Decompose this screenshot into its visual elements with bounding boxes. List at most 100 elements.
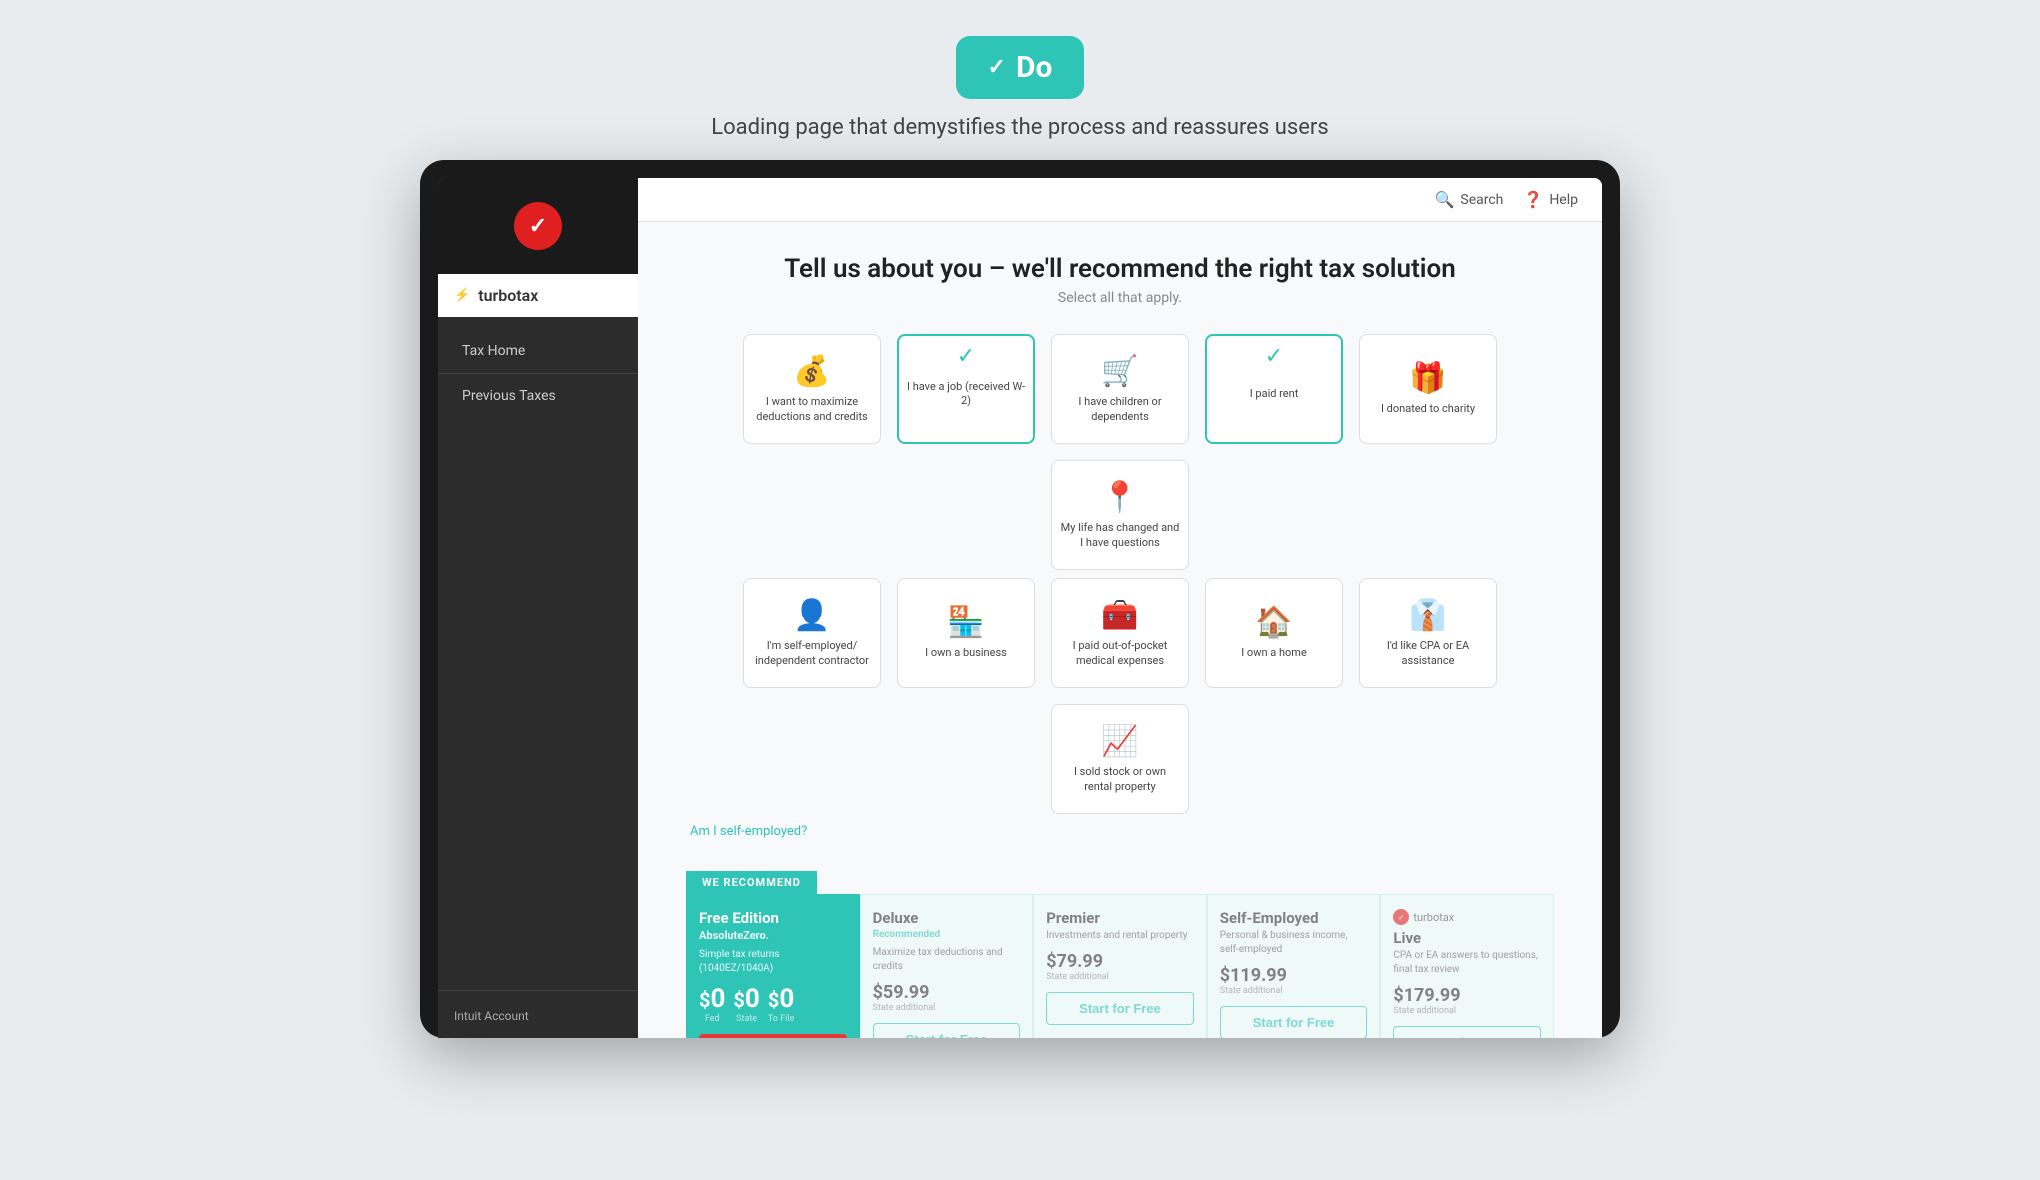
turbotax-brand-name: turbotax [478,286,538,305]
recommend-section: WE RECOMMEND Free Edition AbsoluteZero. … [686,871,1554,1038]
search-action[interactable]: 🔍 Search [1434,190,1503,209]
options-row-1: 💰 I want to maximize deductions and cred… [686,334,1554,570]
option-label-home: I own a home [1241,646,1307,660]
option-label-medical: I paid out-of-pocket medical expenses [1060,639,1180,668]
search-icon: 🔍 [1434,190,1454,209]
medical-kit-icon: 🧰 [1101,598,1138,633]
search-label: Search [1460,192,1503,208]
check-icon: ✓ [988,55,1006,80]
help-label: Help [1549,192,1578,208]
home-icon: 🏠 [1255,605,1292,640]
product-desc-live: CPA or EA answers to questions, final ta… [1393,949,1541,977]
person-icon: 👤 [793,598,830,633]
price-state: $0 State [733,984,759,1024]
product-name-premier: Premier [1046,909,1194,927]
product-subtitle-deluxe: Recommended [873,929,1021,940]
page-title: Tell us about you – we'll recommend the … [686,254,1554,284]
product-prices-free: $0 Fed $0 State $0 To Fi [699,984,847,1024]
option-card-charity[interactable]: 🎁 I donated to charity [1359,334,1497,444]
gift-icon: 🎁 [1409,361,1446,396]
screen: ✓ ⚡ turbotax Tax Home Previous Taxes Int… [438,178,1602,1038]
product-name-deluxe: Deluxe [873,909,1021,927]
option-card-questions[interactable]: 📍 My life has changed and I have questio… [1051,460,1189,570]
option-label-cpa: I'd like CPA or EA assistance [1368,639,1488,668]
advisor-icon: 👔 [1409,598,1446,633]
sidebar-nav: Tax Home Previous Taxes [438,317,638,418]
product-name-free: Free Edition [699,909,847,927]
option-card-rent[interactable]: ✓ I paid rent [1205,334,1343,444]
selected-check-rent: ✓ [1265,344,1283,369]
product-name-live: Live [1393,929,1541,947]
price-to-file: $0 To File [768,984,794,1024]
price-sub-selfemployed: State additional [1220,986,1368,996]
do-text: Do [1016,50,1052,85]
sidebar-item-tax-home[interactable]: Tax Home [438,329,638,373]
product-desc-deluxe: Maximize tax deductions and credits [873,946,1021,974]
option-card-cpa[interactable]: 👔 I'd like CPA or EA assistance [1359,578,1497,688]
option-label-rent: I paid rent [1250,387,1299,401]
option-card-business[interactable]: 🏪 I own a business [897,578,1035,688]
option-card-home[interactable]: 🏠 I own a home [1205,578,1343,688]
sidebar-item-previous-taxes[interactable]: Previous Taxes [438,374,638,418]
price-sub-premier: State additional [1046,972,1194,982]
start-free-selfemployed-button[interactable]: Start for Free [1220,1006,1368,1038]
file-for-zero-button[interactable]: File for $0 [699,1034,847,1038]
money-bag-icon: 💰 [793,354,830,389]
option-card-medical[interactable]: 🧰 I paid out-of-pocket medical expenses [1051,578,1189,688]
product-card-premier: Premier Investments and rental property … [1033,894,1207,1038]
product-card-selfemployed: Self-Employed Personal & business income… [1207,894,1381,1038]
product-desc-premier: Investments and rental property [1046,929,1194,943]
products-row: Free Edition AbsoluteZero. Simple tax re… [686,894,1554,1038]
laptop-frame: ✓ ⚡ turbotax Tax Home Previous Taxes Int… [420,160,1620,1038]
start-free-live-button[interactable]: Start for Free [1393,1026,1541,1038]
option-label-children: I have children or dependents [1060,395,1180,424]
start-free-deluxe-button[interactable]: Start for Free [873,1023,1021,1038]
intuit-account-label: Intuit Account [454,1009,529,1023]
sidebar: ✓ ⚡ turbotax Tax Home Previous Taxes Int… [438,178,638,1038]
recommend-label: WE RECOMMEND [686,871,817,894]
product-card-deluxe: Deluxe Recommended Maximize tax deductio… [860,894,1034,1038]
price-fed: $0 Fed [699,984,725,1024]
product-card-live: ✓ turbotax Live CPA or EA answers to que… [1380,894,1554,1038]
page-subtitle: Select all that apply. [686,290,1554,306]
turbotax-checkmark-icon: ✓ [514,202,562,250]
live-brand-icon: ✓ [1393,909,1409,925]
header-bar: 🔍 Search ❓ Help [638,178,1602,222]
option-card-maximize[interactable]: 💰 I want to maximize deductions and cred… [743,334,881,444]
product-logo-free: AbsoluteZero. [699,929,847,942]
price-deluxe: $59.99 [873,982,1021,1003]
option-card-job[interactable]: ✓ I have a job (received W-2) [897,334,1035,444]
main-content: 🔍 Search ❓ Help Tell us about you – we'l… [638,178,1602,1038]
option-card-children[interactable]: 🛒 I have children or dependents [1051,334,1189,444]
selected-check-job: ✓ [957,344,975,369]
live-brand-label: turbotax [1413,911,1454,924]
option-card-stock[interactable]: 📈 I sold stock or own rental property [1051,704,1189,814]
product-card-free: Free Edition AbsoluteZero. Simple tax re… [686,894,860,1038]
price-selfemployed: $119.99 [1220,965,1368,986]
product-header-live: ✓ turbotax [1393,909,1541,925]
sidebar-logo-area: ✓ [438,178,638,274]
start-free-premier-button[interactable]: Start for Free [1046,992,1194,1025]
option-label-questions: My life has changed and I have questions [1060,521,1180,550]
options-row-2: 👤 I'm self-employed/ independent contrac… [686,578,1554,814]
price-premier: $79.99 [1046,951,1194,972]
option-label-job: I have a job (received W-2) [907,380,1025,409]
page-description: Loading page that demystifies the proces… [711,115,1328,140]
option-card-selfemployed[interactable]: 👤 I'm self-employed/ independent contrac… [743,578,881,688]
turbotax-logo: ⚡ turbotax [438,274,638,317]
self-employed-link[interactable]: Am I self-employed? [690,824,807,839]
help-action[interactable]: ❓ Help [1523,190,1578,209]
option-label-business: I own a business [925,646,1007,660]
turbotax-brand-icon: ⚡ [454,288,470,303]
option-label-selfemployed: I'm self-employed/ independent contracto… [752,639,872,668]
store-icon: 🏪 [947,605,984,640]
help-icon: ❓ [1523,190,1543,209]
chart-icon: 📈 [1101,724,1138,759]
baby-stroller-icon: 🛒 [1101,354,1138,389]
price-live: $179.99 [1393,985,1541,1006]
price-sub-deluxe: State additional [873,1003,1021,1013]
option-label-charity: I donated to charity [1381,402,1475,416]
product-desc-selfemployed: Personal & business income, self-employe… [1220,929,1368,957]
product-name-selfemployed: Self-Employed [1220,909,1368,927]
option-label-maximize: I want to maximize deductions and credit… [752,395,872,424]
